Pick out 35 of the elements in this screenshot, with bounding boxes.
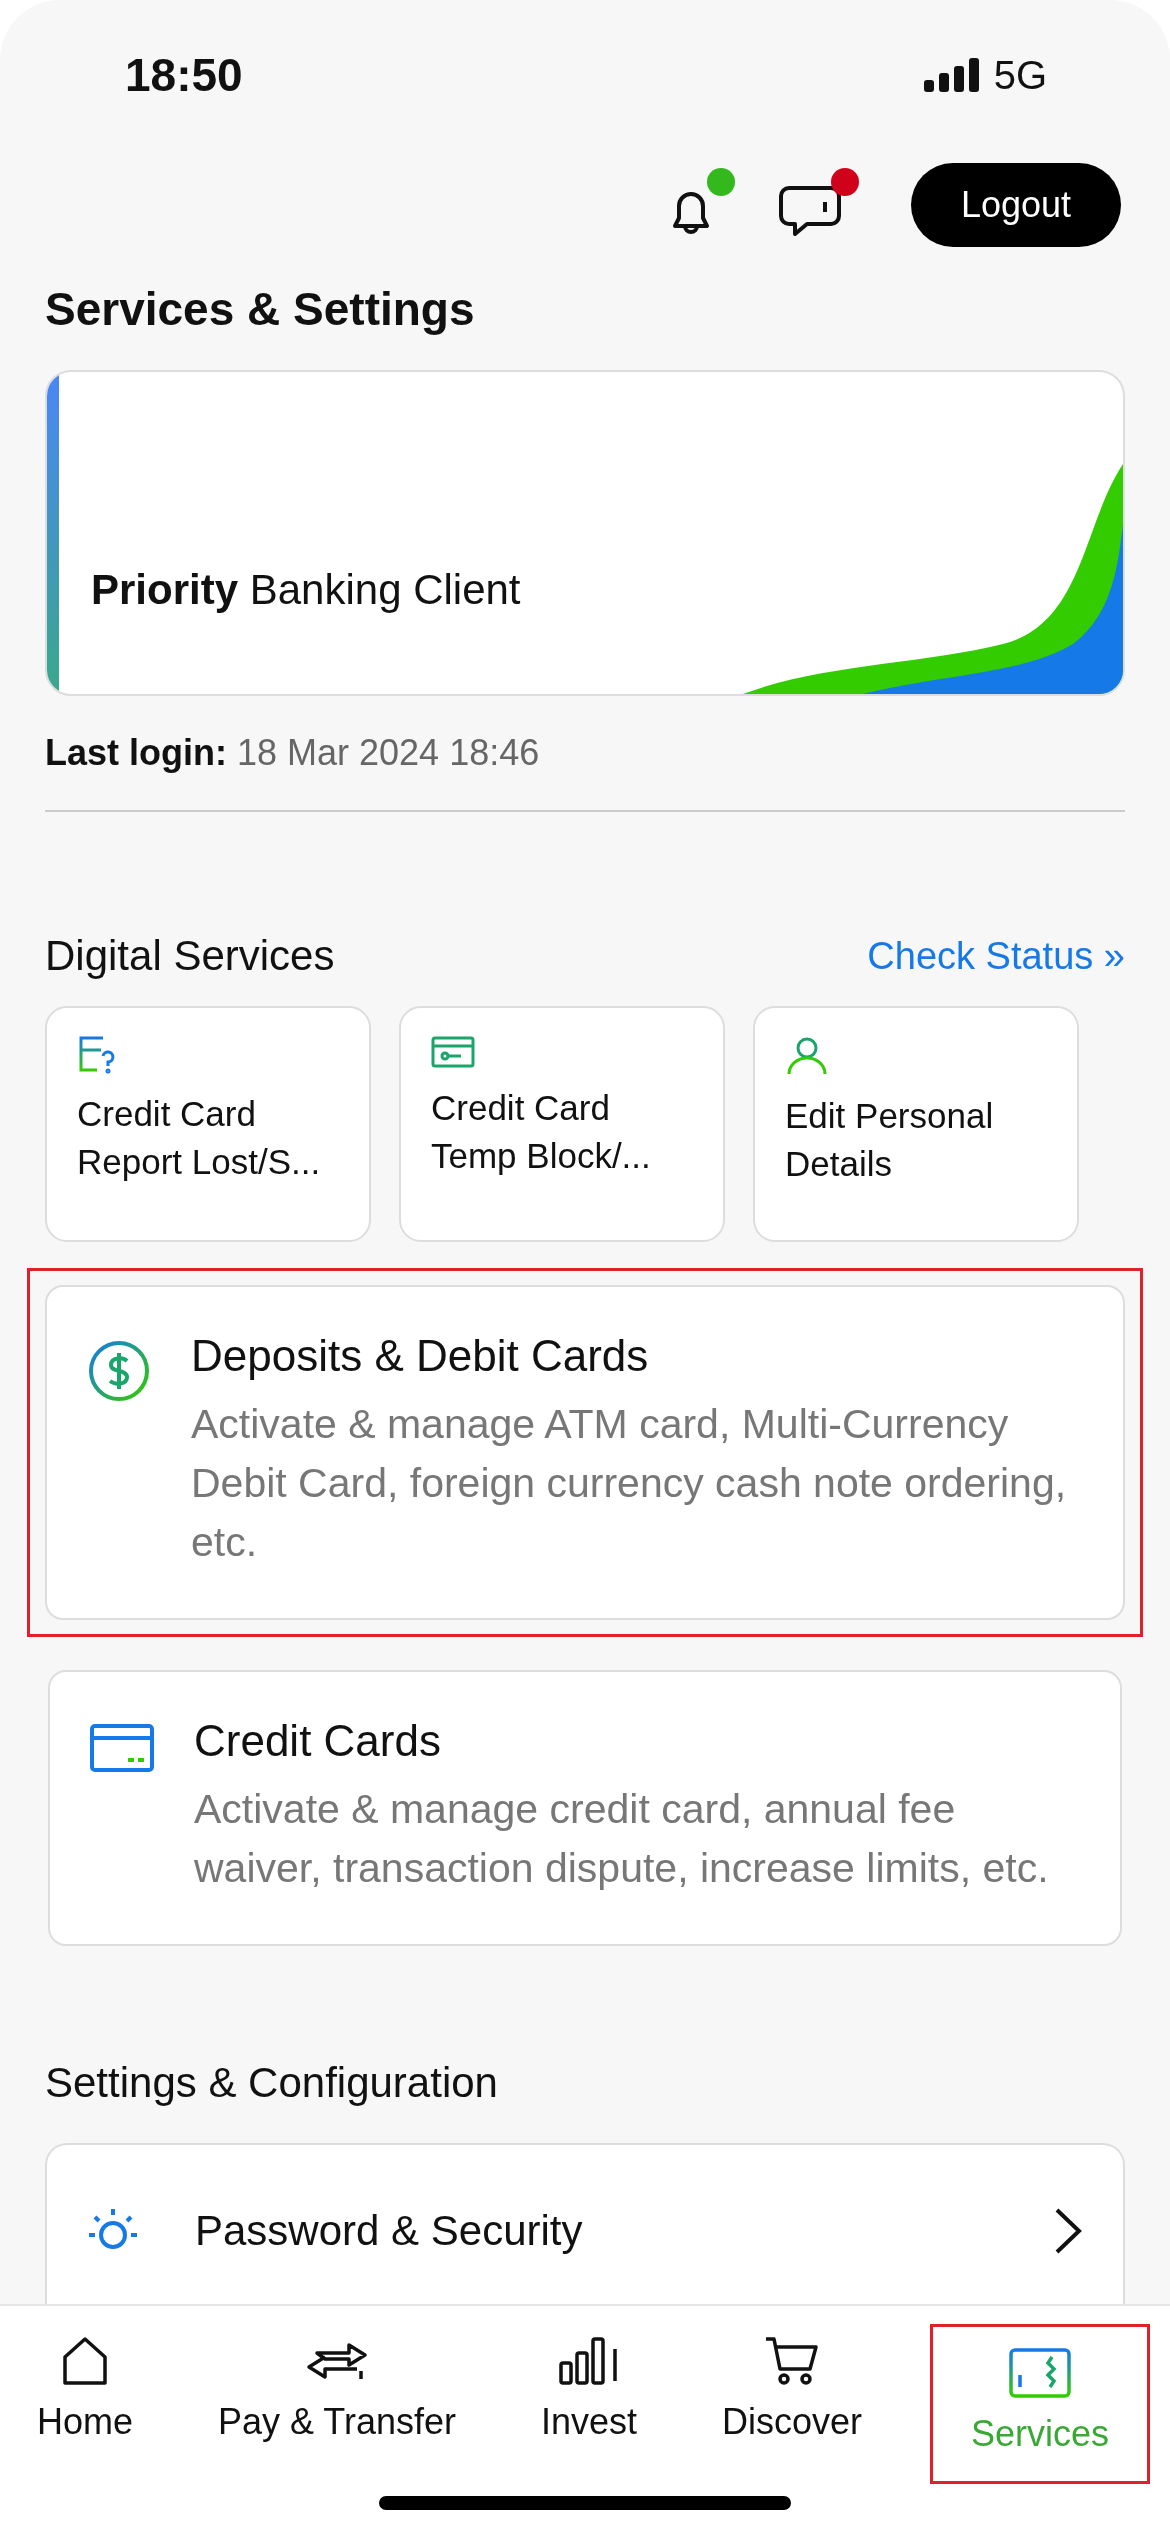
status-time: 18:50	[125, 48, 243, 102]
network-label: 5G	[993, 52, 1047, 98]
card-question-icon	[77, 1036, 117, 1074]
card-icon	[90, 1724, 154, 1772]
page-title: Services & Settings	[45, 282, 476, 336]
service-title: Credit Cards	[194, 1716, 442, 1766]
shortcut-tile[interactable]: Credit Card Report Lost/S...	[45, 1006, 371, 1242]
shortcut-tile[interactable]: Credit Card Temp Block/...	[399, 1006, 725, 1242]
service-description: Activate & manage credit card, annual fee waiver, transaction dispute, increase limits, etc.	[194, 1785, 1050, 1893]
service-title: Deposits & Debit Cards	[191, 1331, 650, 1381]
services-icon	[1007, 2347, 1072, 2399]
section-title: Settings & Configuration	[45, 2059, 499, 2107]
person-icon	[785, 1036, 829, 1076]
shortcut-label: Credit Card Temp Block/...	[431, 1087, 651, 1177]
last-login-text: Last login: 18 Mar 2024 18:46	[45, 732, 541, 774]
service-card[interactable]: Deposits & Debit Cards Activate & manage ATM card, Multi-Currency Debit Card, foreign currency cash note ordering, etc.	[45, 1285, 1125, 1620]
card-key-icon	[431, 1036, 475, 1068]
section-title: Digital Services	[45, 932, 335, 980]
tab-item[interactable]: Invest	[527, 2309, 652, 2457]
settings-row[interactable]: Password & Security	[47, 2145, 1123, 2257]
dollar-icon	[87, 1339, 151, 1403]
service-description: Activate & manage ATM card, Multi-Currency Debit Card, foreign currency cash note ordering, etc.	[191, 1400, 1068, 1567]
client-tier-label: Priority Banking Client	[91, 566, 521, 614]
check-status-link[interactable]: Check Status »	[867, 934, 1125, 978]
cart-icon	[763, 2335, 820, 2387]
tab-item[interactable]: Pay & Transfer	[203, 2309, 471, 2457]
shortcut-label: Edit Personal Details	[785, 1095, 994, 1185]
tab-item[interactable]: Discover	[707, 2309, 876, 2457]
tab-item[interactable]: Home	[23, 2309, 148, 2457]
chevron-icon	[1053, 2206, 1083, 2256]
logout-button[interactable]: Logout	[911, 163, 1121, 247]
signal-icon	[923, 58, 980, 92]
service-card[interactable]: Credit Cards Activate & manage credit card, annual fee waiver, transaction dispute, increase limits, etc.	[48, 1670, 1122, 1946]
shortcut-label: Credit Card Report Lost/S...	[77, 1093, 321, 1183]
shortcut-tile[interactable]: Edit Personal Details	[753, 1006, 1079, 1242]
